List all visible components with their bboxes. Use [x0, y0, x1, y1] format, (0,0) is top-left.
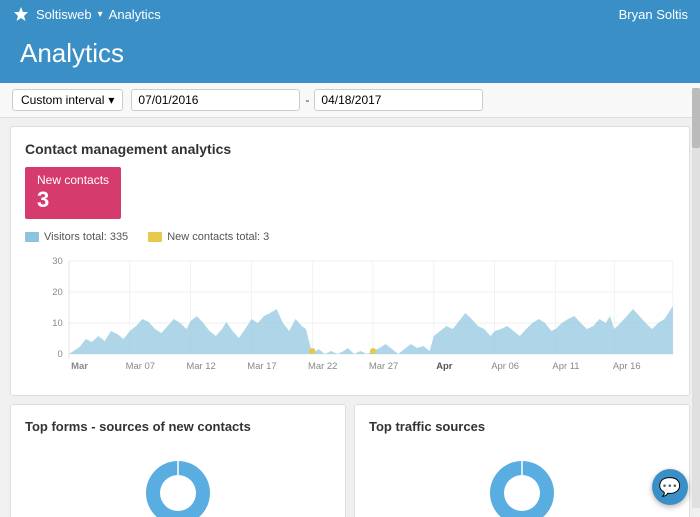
chat-button[interactable]: 💬	[652, 469, 688, 505]
brand-name[interactable]: Soltisweb	[36, 7, 92, 22]
chart-legend: Visitors total: 335 New contacts total: …	[25, 231, 675, 243]
main-analytics-card: Contact management analytics New contact…	[10, 126, 690, 396]
contacts-color-swatch	[148, 232, 162, 242]
page-title: Analytics	[20, 38, 680, 69]
area-chart-svg: 30 20 10 0	[25, 251, 675, 381]
svg-text:Mar 12: Mar 12	[186, 362, 215, 372]
bottom-row: Top forms - sources of new contacts Top …	[10, 404, 690, 517]
svg-text:Apr 16: Apr 16	[613, 362, 641, 372]
nav-left: Soltisweb ▾ Analytics	[12, 5, 161, 23]
svg-text:Apr 11: Apr 11	[552, 362, 579, 372]
top-traffic-donut	[369, 444, 675, 517]
donut-chart-forms	[128, 448, 228, 517]
main-card-title: Contact management analytics	[25, 141, 675, 157]
top-nav: Soltisweb ▾ Analytics Bryan Soltis	[0, 0, 700, 28]
top-traffic-title: Top traffic sources	[369, 419, 675, 434]
svg-text:Mar 22: Mar 22	[308, 362, 337, 372]
contacts-legend-label: New contacts total: 3	[167, 231, 269, 243]
user-name[interactable]: Bryan Soltis	[619, 7, 688, 22]
donut-chart-traffic	[472, 448, 572, 517]
svg-text:30: 30	[52, 257, 63, 267]
page-wrapper: Soltisweb ▾ Analytics Bryan Soltis Analy…	[0, 0, 700, 517]
svg-text:Mar: Mar	[71, 362, 88, 372]
date-end-input[interactable]	[314, 89, 483, 111]
new-contacts-kpi: New contacts 3	[25, 167, 121, 219]
top-forms-donut	[25, 444, 331, 517]
chat-icon: 💬	[659, 477, 681, 498]
top-forms-card: Top forms - sources of new contacts	[10, 404, 346, 517]
svg-text:Apr: Apr	[436, 362, 453, 372]
svg-text:20: 20	[52, 288, 63, 298]
top-traffic-card: Top traffic sources	[354, 404, 690, 517]
date-separator: -	[305, 93, 309, 107]
visitors-color-swatch	[25, 232, 39, 242]
kpi-value: 3	[37, 187, 109, 213]
svg-text:10: 10	[52, 319, 63, 329]
svg-text:0: 0	[57, 350, 62, 360]
date-range: -	[131, 89, 483, 111]
svg-text:Apr 06: Apr 06	[491, 362, 519, 372]
interval-dropdown-button[interactable]: Custom interval ▾	[12, 89, 123, 111]
interval-label: Custom interval	[21, 93, 104, 107]
legend-visitors: Visitors total: 335	[25, 231, 128, 243]
scrollbar[interactable]	[692, 88, 700, 508]
svg-text:Mar 07: Mar 07	[126, 362, 155, 372]
content-area: Contact management analytics New contact…	[0, 118, 700, 517]
interval-arrow-icon: ▾	[108, 93, 114, 107]
svg-text:Mar 17: Mar 17	[247, 362, 276, 372]
kpi-label: New contacts	[37, 173, 109, 187]
nav-current-page[interactable]: Analytics	[109, 7, 161, 22]
chart-area: 30 20 10 0	[25, 251, 675, 381]
top-forms-title: Top forms - sources of new contacts	[25, 419, 331, 434]
scrollbar-thumb[interactable]	[692, 88, 700, 148]
logo-icon	[12, 5, 30, 23]
legend-contacts: New contacts total: 3	[148, 231, 269, 243]
visitors-legend-label: Visitors total: 335	[44, 231, 128, 243]
page-header: Analytics	[0, 28, 700, 83]
brand-dropdown-arrow[interactable]: ▾	[98, 9, 103, 20]
filter-bar: Custom interval ▾ -	[0, 83, 700, 118]
svg-text:Mar 27: Mar 27	[369, 362, 398, 372]
date-start-input[interactable]	[131, 89, 300, 111]
